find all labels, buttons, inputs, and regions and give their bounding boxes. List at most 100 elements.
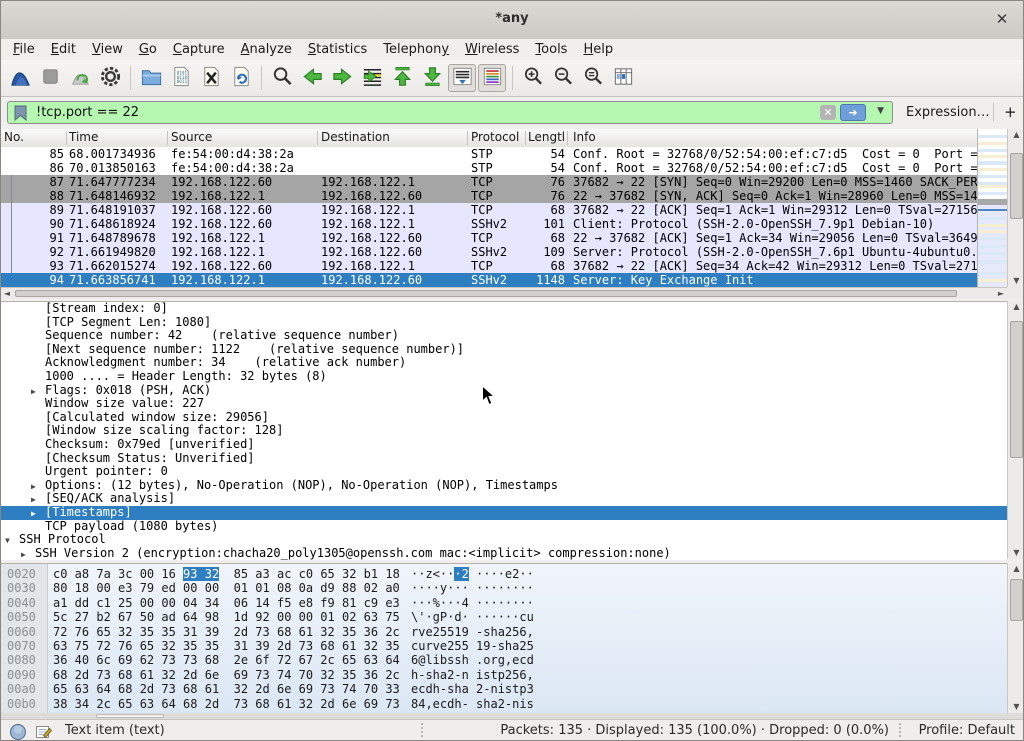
- column-separator[interactable]: [567, 131, 568, 145]
- scroll-right-icon[interactable]: ►: [995, 288, 1007, 300]
- detail-line[interactable]: [Stream index: 0]: [1, 302, 1007, 316]
- zoom-reset-button[interactable]: [579, 64, 607, 92]
- detail-line[interactable]: [Window size scaling factor: 128]: [1, 424, 1007, 438]
- column-separator[interactable]: [525, 131, 526, 145]
- hex-row[interactable]: 0040a1 dd c1 25 00 00 04 34 06 14 f5 e8 …: [1, 596, 1007, 610]
- add-filter-button[interactable]: +: [1004, 103, 1017, 121]
- column-header-destination[interactable]: Destination: [321, 130, 467, 144]
- menu-telephony[interactable]: Telephony: [375, 40, 457, 59]
- hex-row[interactable]: 0020c0 a8 7a 3c 00 16 93 32 85 a3 ac c0 …: [1, 567, 1007, 581]
- previous-packet-button[interactable]: [298, 64, 326, 92]
- filter-dropdown-icon[interactable]: ▼: [877, 106, 884, 116]
- save-file-button[interactable]: 010101100011: [167, 64, 195, 92]
- packet-row[interactable]: 9471.663856741192.168.122.1192.168.122.6…: [1, 273, 977, 287]
- collapsed-arrow-icon[interactable]: ▶: [31, 507, 36, 521]
- column-header-source[interactable]: Source: [171, 130, 317, 144]
- find-packet-button[interactable]: [268, 64, 296, 92]
- detail-line[interactable]: Sequence number: 42 (relative sequence n…: [1, 329, 1007, 343]
- zoom-in-button[interactable]: [519, 64, 547, 92]
- filter-expression-text[interactable]: !tcp.port == 22: [36, 105, 139, 120]
- packet-row[interactable]: 9071.648618924192.168.122.60192.168.122.…: [1, 217, 977, 231]
- detail-line[interactable]: ▶SSH Version 2 (encryption:chacha20_poly…: [1, 547, 1007, 560]
- column-separator[interactable]: [167, 131, 168, 145]
- menu-tools[interactable]: Tools: [527, 40, 575, 59]
- scroll-up-icon[interactable]: ▲: [1008, 563, 1024, 575]
- zoom-out-button[interactable]: [549, 64, 577, 92]
- packet-row[interactable]: 9171.648789678192.168.122.1192.168.122.6…: [1, 231, 977, 245]
- display-filter-input[interactable]: !tcp.port == 22 ✕ ➜ ▼: [7, 101, 893, 124]
- detail-line[interactable]: [TCP Segment Len: 1080]: [1, 316, 1007, 330]
- stop-capture-button[interactable]: [36, 64, 64, 92]
- menu-file[interactable]: File: [5, 40, 43, 59]
- detail-line[interactable]: ▶[SEQ/ACK analysis]: [1, 492, 1007, 506]
- bytes-vscrollbar[interactable]: ▲ ▼: [1007, 563, 1024, 713]
- detail-line[interactable]: Window size value: 227: [1, 397, 1007, 411]
- scroll-down-icon[interactable]: ▼: [1008, 547, 1024, 559]
- packet-list-vscrollbar[interactable]: ▲ ▼: [1007, 129, 1024, 287]
- close-window-icon[interactable]: ✕: [993, 10, 1011, 28]
- detail-line[interactable]: TCP payload (1080 bytes): [1, 520, 1007, 534]
- detail-line[interactable]: ▶Flags: 0x018 (PSH, ACK): [1, 384, 1007, 398]
- packet-row[interactable]: 8771.647777234192.168.122.60192.168.122.…: [1, 175, 977, 189]
- details-vscrollbar[interactable]: ▲ ▼: [1007, 301, 1024, 559]
- open-file-button[interactable]: [137, 64, 165, 92]
- scrollbar-thumb[interactable]: [15, 290, 957, 297]
- resize-columns-button[interactable]: [609, 64, 637, 92]
- close-file-button[interactable]: [197, 64, 225, 92]
- menu-capture[interactable]: Capture: [165, 40, 233, 59]
- capture-options-button[interactable]: [96, 64, 124, 92]
- scroll-down-icon[interactable]: ▼: [1008, 275, 1024, 287]
- scroll-up-icon[interactable]: ▲: [1008, 129, 1024, 141]
- auto-scroll-button[interactable]: [448, 64, 476, 92]
- detail-line[interactable]: [Next sequence number: 1122 (relative se…: [1, 343, 1007, 357]
- hex-row[interactable]: 006072 76 65 32 35 35 31 39 2d 73 68 61 …: [1, 625, 1007, 639]
- column-header-no[interactable]: No.: [4, 130, 62, 144]
- collapsed-arrow-icon[interactable]: ▶: [31, 480, 36, 494]
- column-separator[interactable]: [317, 131, 318, 145]
- first-packet-button[interactable]: [388, 64, 416, 92]
- scrollbar-thumb[interactable]: [1010, 321, 1023, 458]
- menu-edit[interactable]: Edit: [43, 40, 84, 59]
- colorize-button[interactable]: [478, 64, 506, 92]
- detail-line[interactable]: Acknowledgment number: 34 (relative ack …: [1, 356, 1007, 370]
- hex-row[interactable]: 00a065 63 64 68 2d 73 68 61 32 2d 6e 69 …: [1, 682, 1007, 696]
- column-header-protocol[interactable]: Protocol: [471, 130, 525, 144]
- detail-line[interactable]: ▶[Timestamps]: [1, 506, 1007, 520]
- expression-button[interactable]: Expression…: [906, 105, 990, 120]
- detail-line[interactable]: Checksum: 0x79ed [unverified]: [1, 438, 1007, 452]
- detail-line[interactable]: [Calculated window size: 29056]: [1, 411, 1007, 425]
- menu-analyze[interactable]: Analyze: [233, 40, 300, 59]
- status-profile[interactable]: Profile: Default: [919, 723, 1015, 738]
- detail-line[interactable]: ▼SSH Protocol: [1, 533, 1007, 547]
- next-packet-button[interactable]: [328, 64, 356, 92]
- detail-line[interactable]: Urgent pointer: 0: [1, 465, 1007, 479]
- apply-filter-icon[interactable]: ➜: [840, 104, 866, 121]
- detail-line[interactable]: ▶Options: (12 bytes), No-Operation (NOP)…: [1, 479, 1007, 493]
- column-separator[interactable]: [467, 131, 468, 145]
- hex-row[interactable]: 007063 75 72 76 65 32 35 35 31 39 2d 73 …: [1, 639, 1007, 653]
- hex-row[interactable]: 009068 2d 73 68 61 32 2d 6e 69 73 74 70 …: [1, 668, 1007, 682]
- detail-line[interactable]: 1000 .... = Header Length: 32 bytes (8): [1, 370, 1007, 384]
- packet-row[interactable]: 8670.013850163fe:54:00:d4:38:2aSTP54Conf…: [1, 161, 977, 175]
- packet-list-hscrollbar[interactable]: ◄ ►: [1, 287, 1007, 299]
- capture-comment-icon[interactable]: [35, 723, 53, 741]
- scrollbar-thumb[interactable]: [1010, 579, 1023, 621]
- scroll-up-icon[interactable]: ▲: [1008, 301, 1024, 313]
- start-capture-button[interactable]: [6, 64, 34, 92]
- scroll-down-icon[interactable]: ▼: [1008, 701, 1024, 713]
- packet-row[interactable]: 8871.648146932192.168.122.1192.168.122.6…: [1, 189, 977, 203]
- detail-line[interactable]: [Checksum Status: Unverified]: [1, 452, 1007, 466]
- intelligent-scrollbar-minimap[interactable]: [977, 129, 1008, 287]
- scrollbar-thumb[interactable]: [96, 714, 164, 718]
- expert-info-icon[interactable]: [9, 723, 27, 741]
- menu-view[interactable]: View: [84, 40, 131, 59]
- scroll-left-icon[interactable]: ◄: [1, 288, 13, 300]
- hex-row[interactable]: 008036 40 6c 69 62 73 73 68 2e 6f 72 67 …: [1, 653, 1007, 667]
- packet-row[interactable]: 9271.661949820192.168.122.1192.168.122.6…: [1, 245, 977, 259]
- collapsed-arrow-icon[interactable]: ▶: [21, 548, 26, 560]
- scrollbar-thumb[interactable]: [1010, 153, 1023, 219]
- menu-statistics[interactable]: Statistics: [300, 40, 375, 59]
- menu-wireless[interactable]: Wireless: [457, 40, 527, 59]
- packet-row[interactable]: 8971.648191037192.168.122.60192.168.122.…: [1, 203, 977, 217]
- collapsed-arrow-icon[interactable]: ▶: [31, 385, 36, 399]
